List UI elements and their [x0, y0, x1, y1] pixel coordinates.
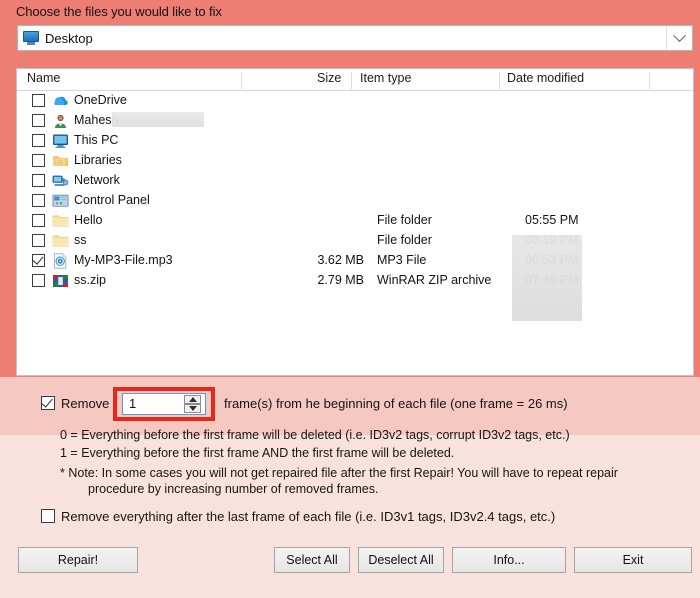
winrar-zip-icon	[52, 273, 69, 289]
remove-frames-label-after: frame(s) from he beginning of each file …	[224, 396, 568, 411]
row-name: ss.zip	[74, 273, 106, 287]
repair-button[interactable]: Repair!	[18, 547, 138, 573]
row-checkbox[interactable]	[32, 174, 45, 187]
frames-spinner-value[interactable]: 1	[129, 396, 136, 411]
network-icon	[52, 173, 69, 189]
table-row[interactable]: Mahesh	[17, 111, 693, 131]
row-name: Libraries	[74, 153, 122, 167]
exit-button[interactable]: Exit	[574, 547, 692, 573]
triangle-down-icon[interactable]	[184, 404, 201, 413]
row-name: My-MP3-File.mp3	[74, 253, 173, 267]
column-header-name[interactable]: Name	[27, 71, 60, 85]
column-header-date-modified[interactable]: Date modified	[507, 71, 584, 85]
info-button[interactable]: Info...	[452, 547, 566, 573]
column-header-item-type[interactable]: Item type	[360, 71, 411, 85]
chevron-down-icon[interactable]	[666, 26, 692, 50]
triangle-up-icon[interactable]	[184, 395, 201, 404]
explanation-line-0: 0 = Everything before the first frame wi…	[60, 428, 570, 442]
row-checkbox[interactable]	[32, 154, 45, 167]
location-value: Desktop	[45, 30, 93, 46]
row-name: ss	[74, 233, 87, 247]
remove-last-frame-label: Remove everything after the last frame o…	[61, 509, 556, 524]
frames-spinner[interactable]: 1	[122, 393, 206, 415]
location-combobox[interactable]: Desktop	[17, 25, 693, 51]
row-checkbox[interactable]	[32, 114, 45, 127]
table-row[interactable]: Control Panel	[17, 191, 693, 211]
row-size: 2.79 MB	[317, 273, 364, 287]
explanation-line-3: procedure by increasing number of remove…	[88, 482, 379, 496]
row-item-type: MP3 File	[377, 253, 427, 267]
monitor-icon	[22, 30, 40, 46]
row-checkbox[interactable]	[32, 254, 45, 267]
row-item-type: File folder	[377, 213, 432, 227]
folder-icon	[52, 213, 69, 229]
remove-last-frame-checkbox[interactable]	[41, 509, 55, 523]
row-name: Network	[74, 173, 120, 187]
this-pc-monitor-icon	[52, 133, 69, 149]
table-row[interactable]: My-MP3-File.mp33.62 MBMP3 File06:53 PM	[17, 251, 693, 271]
select-all-button[interactable]: Select All	[274, 547, 350, 573]
table-row[interactable]: ssFile folder08:19 PM	[17, 231, 693, 251]
table-row[interactable]: This PC	[17, 131, 693, 151]
remove-frames-label-before: Remove	[61, 396, 110, 411]
file-list-rows: OneDrive Mahesh This PC Libraries Network Con…	[17, 91, 693, 321]
row-date-modified: 05:55 PM	[525, 213, 579, 227]
row-name: Hello	[74, 213, 103, 227]
libraries-folder-icon	[52, 153, 69, 169]
deselect-all-button[interactable]: Deselect All	[358, 547, 444, 573]
row-checkbox[interactable]	[32, 194, 45, 207]
row-item-type: WinRAR ZIP archive	[377, 273, 492, 287]
row-checkbox[interactable]	[32, 94, 45, 107]
row-item-type: File folder	[377, 233, 432, 247]
row-name: Control Panel	[74, 193, 150, 207]
table-row[interactable]: Hello File folder 05:55 PM	[17, 211, 693, 231]
onedrive-cloud-icon	[52, 93, 69, 109]
date-redaction-block	[512, 235, 582, 321]
explanation-line-2: * Note: In some cases you will not get r…	[60, 466, 618, 480]
row-checkbox[interactable]	[32, 214, 45, 227]
explanation-line-1: 1 = Everything before the first frame AN…	[60, 446, 455, 460]
folder-icon	[52, 233, 69, 249]
row-name: OneDrive	[74, 93, 127, 107]
row-checkbox[interactable]	[32, 234, 45, 247]
column-header-size[interactable]: Size	[317, 71, 341, 85]
table-row[interactable]: Libraries	[17, 151, 693, 171]
file-list[interactable]: Name Size Item type Date modified OneDri…	[16, 68, 694, 376]
name-redaction-block	[112, 112, 204, 127]
table-row[interactable]: OneDrive	[17, 91, 693, 111]
user-account-icon	[52, 113, 69, 129]
row-checkbox[interactable]	[32, 134, 45, 147]
control-panel-icon	[52, 193, 69, 209]
mp3-file-icon	[52, 253, 69, 269]
table-row[interactable]: ss.zip2.79 MBWinRAR ZIP archive07:46 PM	[17, 271, 693, 291]
row-size: 3.62 MB	[317, 253, 364, 267]
table-row[interactable]: Network	[17, 171, 693, 191]
file-list-header: Name Size Item type Date modified	[17, 69, 693, 91]
row-name: This PC	[74, 133, 119, 147]
remove-frames-checkbox[interactable]	[41, 396, 55, 410]
page-title: Choose the files you would like to fix	[16, 4, 222, 19]
row-checkbox[interactable]	[32, 274, 45, 287]
